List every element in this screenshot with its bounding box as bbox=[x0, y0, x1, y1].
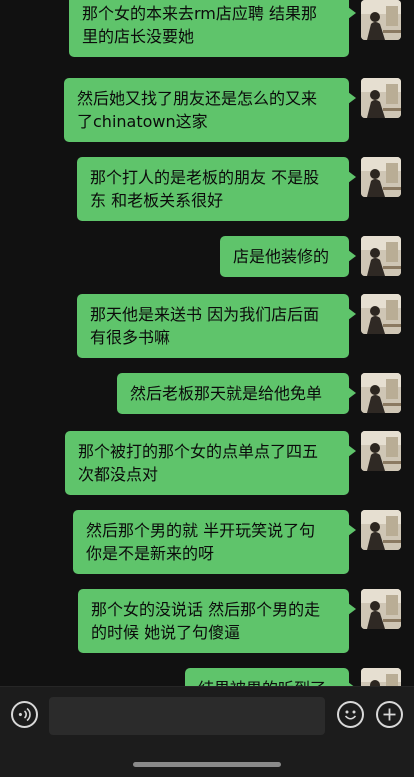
avatar[interactable] bbox=[361, 373, 401, 413]
message-bubble[interactable]: 那个女的本来去rm店应聘 结果那 里的店长没要她 bbox=[69, 0, 356, 57]
avatar[interactable] bbox=[361, 294, 401, 334]
avatar[interactable] bbox=[361, 668, 401, 686]
message-list[interactable]: 那个女的本来去rm店应聘 结果那 里的店长没要她 然后她又找了朋友还是怎么的又来… bbox=[0, 0, 414, 686]
message-bubble[interactable]: 那个女的没说话 然后那个男的走 的时候 她说了句傻逼 bbox=[78, 589, 356, 653]
message-bubble[interactable]: 那个打人的是老板的朋友 不是股 东 和老板关系很好 bbox=[77, 157, 356, 221]
avatar[interactable] bbox=[361, 510, 401, 550]
chat-screen: 那个女的本来去rm店应聘 结果那 里的店长没要她 然后她又找了朋友还是怎么的又来… bbox=[0, 0, 414, 777]
avatar[interactable] bbox=[361, 78, 401, 118]
plus-icon bbox=[383, 708, 396, 721]
emoji-icon bbox=[344, 710, 357, 720]
plus-button[interactable] bbox=[376, 701, 403, 728]
voice-button[interactable] bbox=[11, 701, 38, 728]
message-bubble[interactable]: 然后老板那天就是给他免单 bbox=[117, 373, 356, 414]
avatar[interactable] bbox=[361, 589, 401, 629]
input-bar bbox=[0, 686, 414, 777]
voice-icon bbox=[18, 707, 31, 722]
avatar[interactable] bbox=[361, 236, 401, 276]
avatar[interactable] bbox=[361, 157, 401, 197]
emoji-button[interactable] bbox=[337, 701, 364, 728]
home-indicator bbox=[133, 762, 281, 767]
message-bubble[interactable]: 那个被打的那个女的点单点了四五 次都没点对 bbox=[65, 431, 356, 495]
message-bubble[interactable]: 结果被男的听到了 bbox=[185, 668, 356, 686]
message-input[interactable] bbox=[49, 697, 325, 735]
message-bubble[interactable]: 然后她又找了朋友还是怎么的又来 了chinatown这家 bbox=[64, 78, 356, 142]
message-bubble[interactable]: 那天他是来送书 因为我们店后面 有很多书嘛 bbox=[77, 294, 356, 358]
avatar[interactable] bbox=[361, 0, 401, 40]
message-bubble[interactable]: 然后那个男的就 半开玩笑说了句 你是不是新来的呀 bbox=[73, 510, 356, 574]
message-bubble[interactable]: 店是他装修的 bbox=[220, 236, 356, 277]
avatar[interactable] bbox=[361, 431, 401, 471]
